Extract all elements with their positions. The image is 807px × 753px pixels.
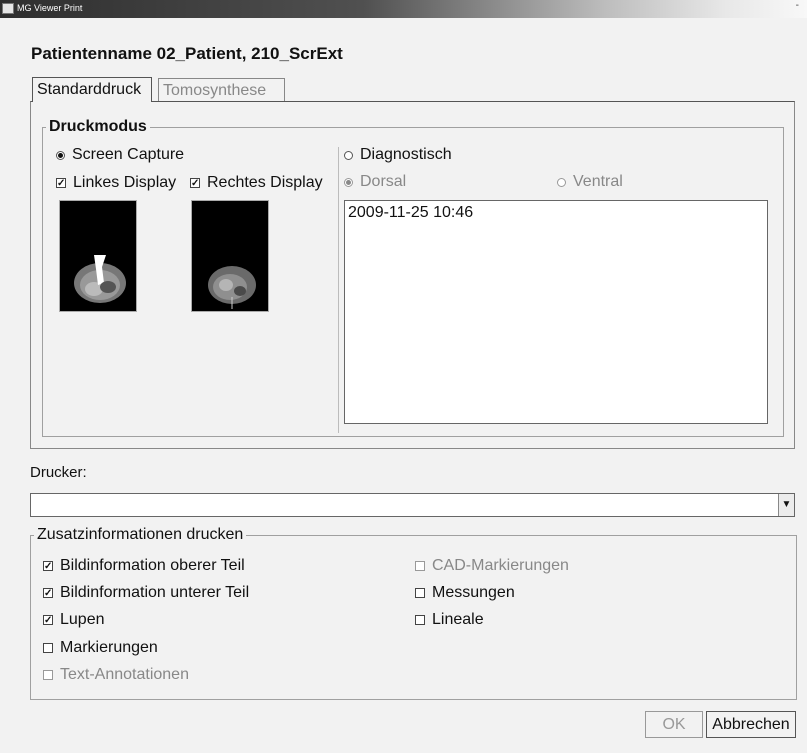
linkes-display-checkbox[interactable]: ✓ Linkes Display — [56, 174, 176, 192]
lupen-label: Lupen — [60, 611, 105, 628]
text-annotationen-label: Text-Annotationen — [60, 666, 189, 683]
ok-button[interactable]: OK — [645, 711, 703, 738]
checkbox-unchecked-icon — [415, 588, 425, 598]
bildinfo-unten-label: Bildinformation unterer Teil — [60, 584, 250, 601]
screen-capture-radio[interactable]: Screen Capture — [56, 146, 184, 164]
image-list-box[interactable]: 2009-11-25 10:46 — [344, 200, 768, 424]
tab-tomosynthese[interactable]: Tomosynthese — [158, 78, 285, 101]
right-display-thumbnail — [191, 200, 269, 312]
vertical-separator — [338, 147, 339, 433]
checkbox-unchecked-icon — [43, 670, 53, 680]
app-icon — [2, 3, 14, 14]
dropdown-arrow-icon[interactable]: ▼ — [778, 494, 794, 516]
checkbox-checked-icon: ✓ — [190, 178, 200, 189]
checkbox-unchecked-icon — [415, 615, 425, 625]
minimize-icon[interactable]: - — [796, 0, 799, 11]
dorsal-label: Dorsal — [360, 173, 407, 190]
printer-select[interactable]: ▼ — [30, 493, 795, 517]
markierungen-label: Markierungen — [60, 639, 158, 656]
screen-capture-label: Screen Capture — [72, 146, 185, 163]
checkbox-unchecked-icon — [43, 643, 53, 653]
linkes-display-label: Linkes Display — [73, 174, 177, 191]
cad-markierungen-label: CAD-Markierungen — [432, 557, 569, 574]
cad-markierungen-checkbox[interactable]: CAD-Markierungen — [415, 557, 569, 575]
markierungen-checkbox[interactable]: Markierungen — [43, 639, 158, 657]
left-display-thumbnail — [59, 200, 137, 312]
lupen-checkbox[interactable]: ✓ Lupen — [43, 611, 105, 629]
checkbox-checked-icon: ✓ — [56, 178, 66, 189]
checkbox-unchecked-icon — [415, 561, 425, 571]
diagnostisch-radio[interactable]: Diagnostisch — [344, 146, 452, 164]
ventral-label: Ventral — [573, 173, 623, 190]
messungen-label: Messungen — [432, 584, 515, 601]
checkbox-checked-icon: ✓ — [43, 561, 53, 572]
window-title: MG Viewer Print — [17, 3, 83, 13]
title-bar[interactable]: MG Viewer Print - — [0, 0, 807, 18]
radio-icon — [344, 177, 353, 187]
radio-icon — [344, 150, 353, 160]
bildinfo-unten-checkbox[interactable]: ✓ Bildinformation unterer Teil — [43, 584, 249, 602]
zusatzinformationen-legend: Zusatzinformationen drucken — [37, 526, 244, 543]
cancel-button[interactable]: Abbrechen — [706, 711, 796, 738]
bildinfo-oben-label: Bildinformation oberer Teil — [60, 557, 245, 574]
diagnostisch-label: Diagnostisch — [360, 146, 452, 163]
bildinfo-oben-checkbox[interactable]: ✓ Bildinformation oberer Teil — [43, 557, 245, 575]
text-annotationen-checkbox[interactable]: Text-Annotationen — [43, 666, 189, 684]
radio-icon — [557, 177, 566, 187]
lineale-label: Lineale — [432, 611, 484, 628]
patient-title: Patientenname 02_Patient, 210_ScrExt — [31, 44, 343, 63]
left-breast-image — [60, 201, 136, 311]
tab-standarddruck[interactable]: Standarddruck — [32, 77, 152, 102]
rechtes-display-label: Rechtes Display — [207, 174, 323, 191]
lineale-checkbox[interactable]: Lineale — [415, 611, 484, 629]
messungen-checkbox[interactable]: Messungen — [415, 584, 515, 602]
radio-icon — [56, 150, 65, 160]
checkbox-checked-icon: ✓ — [43, 615, 53, 626]
checkbox-checked-icon: ✓ — [43, 588, 53, 599]
dorsal-radio[interactable]: Dorsal — [344, 173, 406, 191]
list-item[interactable]: 2009-11-25 10:46 — [348, 204, 764, 222]
ventral-radio[interactable]: Ventral — [557, 173, 623, 191]
rechtes-display-checkbox[interactable]: ✓ Rechtes Display — [190, 174, 323, 192]
printer-label: Drucker: — [30, 464, 87, 481]
druckmodus-legend: Druckmodus — [49, 118, 147, 135]
right-breast-image — [192, 201, 268, 311]
